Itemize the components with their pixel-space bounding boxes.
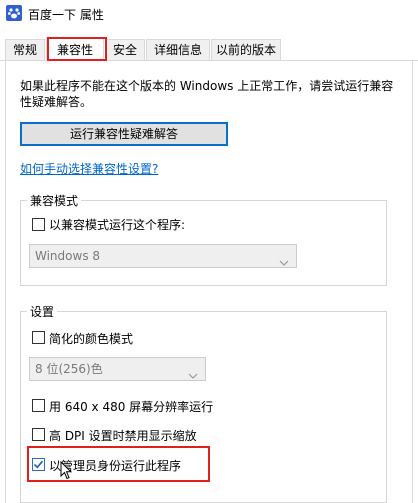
color-mode-dropdown[interactable]: 8 位(256)色 [29,357,206,381]
res-640-label: 用 640 x 480 屏幕分辨率运行 [49,400,214,414]
settings-group-label: 设置 [27,303,58,320]
chevron-down-icon [188,365,198,387]
tab-details[interactable]: 详细信息 [146,39,210,60]
reduced-color-checkbox[interactable] [32,331,45,344]
compat-mode-group-label: 兼容模式 [27,192,82,209]
mouse-cursor-icon [60,460,73,483]
tab-general[interactable]: 常规 [5,39,45,60]
high-dpi-label: 高 DPI 设置时禁用显示缩放 [49,429,197,443]
color-mode-dropdown-value: 8 位(256)色 [35,362,103,376]
tab-compatibility[interactable]: 兼容性 [46,37,104,61]
compat-os-dropdown-value: Windows 8 [35,249,101,263]
title-bar: 百度一下 属性 [0,0,418,30]
paw-icon [6,5,22,21]
high-dpi-checkbox[interactable] [32,428,45,441]
reduced-color-label: 简化的颜色模式 [49,332,134,346]
chevron-down-icon [279,252,289,274]
checkmark-icon [33,460,44,469]
tab-security[interactable]: 安全 [105,39,145,60]
run-troubleshooter-button[interactable]: 运行兼容性疑难解答 [20,122,228,146]
intro-text: 如果此程序不能在这个版本的 Windows 上正常工作，请尝试运行兼容性疑难解答… [20,79,394,109]
compat-mode-checkbox-label: 以兼容模式运行这个程序: [49,218,186,232]
run-as-admin-checkbox[interactable] [32,458,45,471]
compat-mode-group [20,200,387,286]
compat-os-dropdown[interactable]: Windows 8 [29,244,297,268]
manual-settings-link[interactable]: 如何手动选择兼容性设置? [20,160,158,177]
tab-previous-versions[interactable]: 以前的版本 [211,39,281,60]
res-640-checkbox[interactable] [32,399,45,412]
compat-mode-checkbox[interactable] [32,218,45,231]
window-title: 百度一下 属性 [28,8,104,22]
